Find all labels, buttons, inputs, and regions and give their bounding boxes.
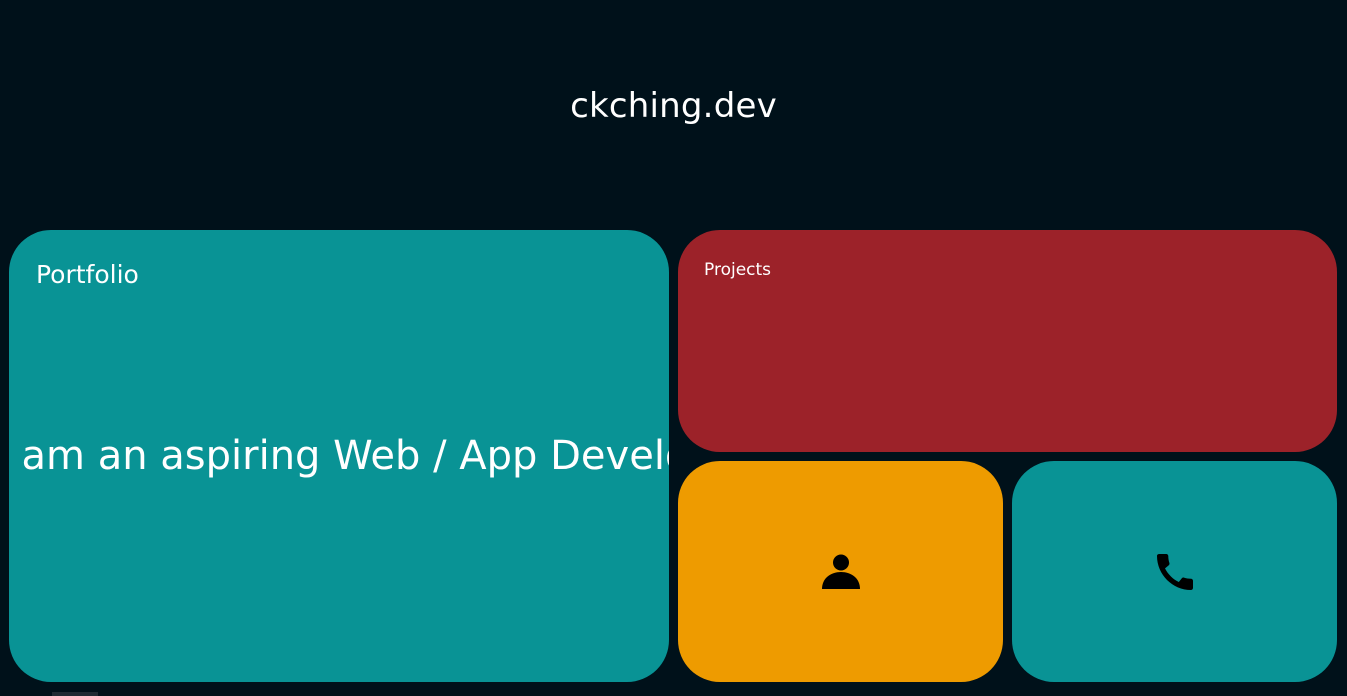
- intro-marquee-text: I am an aspiring Web / App Developer: [9, 433, 669, 479]
- projects-tile[interactable]: Projects: [678, 230, 1337, 452]
- about-tile[interactable]: [678, 461, 1003, 682]
- projects-label: Projects: [704, 260, 772, 280]
- scroll-indicator: [52, 692, 98, 696]
- portfolio-label: Portfolio: [36, 260, 139, 289]
- site-title: ckching.dev: [570, 86, 777, 126]
- portfolio-tile[interactable]: Portfolio I am an aspiring Web / App Dev…: [9, 230, 669, 682]
- contact-tile[interactable]: [1012, 461, 1337, 682]
- person-icon: [817, 548, 865, 596]
- phone-icon: [1151, 548, 1199, 596]
